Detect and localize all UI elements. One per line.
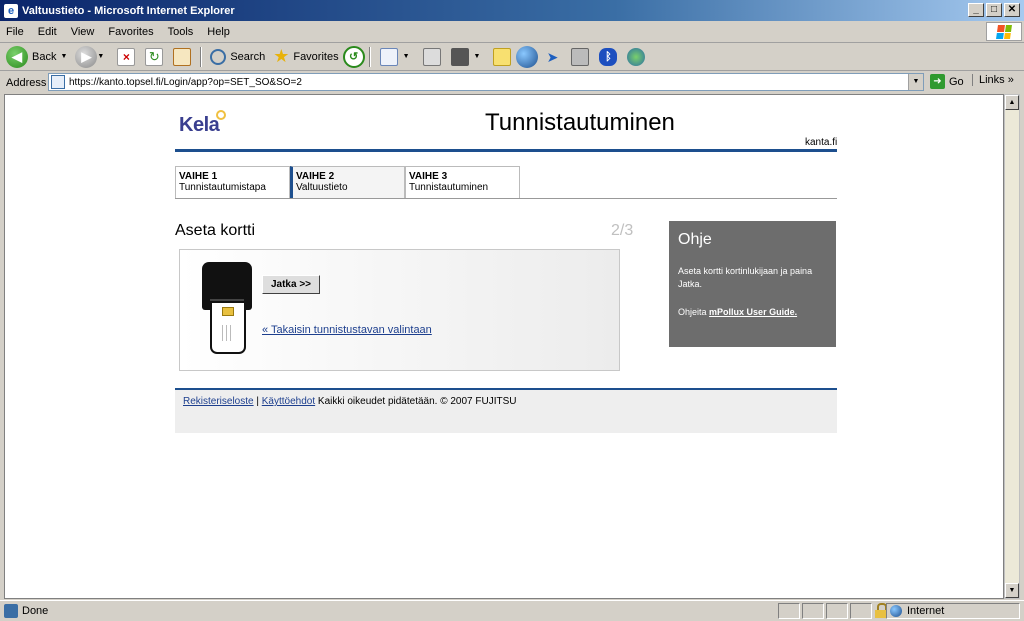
- mail-dropdown-icon[interactable]: ▼: [403, 53, 410, 60]
- back-to-selection-link[interactable]: « Takaisin tunnistustavan valintaan: [262, 324, 432, 336]
- links-button[interactable]: Links »: [972, 74, 1014, 86]
- help-text: Aseta kortti kortinlukijaan ja paina Jat…: [678, 266, 813, 289]
- refresh-icon[interactable]: ↻: [145, 47, 164, 66]
- links-label[interactable]: Links: [979, 74, 1005, 86]
- menu-tools[interactable]: Tools: [168, 26, 194, 38]
- maximize-button[interactable]: □: [986, 3, 1002, 17]
- favorites-star-icon[interactable]: ★: [273, 46, 289, 67]
- research-icon[interactable]: [571, 47, 590, 66]
- title-bar: e Valtuustieto - Microsoft Internet Expl…: [0, 0, 1024, 21]
- search-icon[interactable]: [210, 48, 227, 65]
- page-status-icon: [4, 604, 18, 618]
- user-guide-link[interactable]: mPollux User Guide.: [709, 307, 797, 317]
- menu-help[interactable]: Help: [207, 26, 230, 38]
- cursor-icon[interactable]: ➤: [543, 48, 561, 66]
- help-title: Ohje: [678, 231, 712, 248]
- scroll-up-icon[interactable]: ▲: [1005, 95, 1019, 110]
- step-3-name: Tunnistautuminen: [409, 182, 489, 193]
- edit-dropdown-icon[interactable]: ▼: [474, 53, 481, 60]
- address-label: Address: [6, 76, 47, 89]
- back-dropdown-icon[interactable]: ▼: [60, 53, 67, 60]
- status-bar: Done Internet: [0, 600, 1024, 621]
- standard-toolbar: ◀ Back ▼ ▶ ▼ × ↻ Search ★ Favorites ↺ ▼ …: [0, 43, 1024, 71]
- mail-icon[interactable]: [379, 47, 398, 66]
- step-3: VAIHE 3 Tunnistautuminen: [405, 166, 520, 199]
- close-button[interactable]: ✕: [1004, 3, 1020, 17]
- home-icon[interactable]: [173, 47, 192, 66]
- step-1-number: VAIHE 1: [179, 171, 218, 182]
- forward-arrow-icon[interactable]: ▶: [75, 45, 98, 68]
- help-link-prefix: Ohjeita: [678, 307, 707, 317]
- step-2: VAIHE 2 Valtuustieto: [290, 166, 405, 199]
- window-title: Valtuustieto - Microsoft Internet Explor…: [22, 4, 235, 17]
- site-label: kanta.fi: [805, 137, 838, 148]
- edit-icon[interactable]: [450, 47, 469, 66]
- help-box: Ohje Aseta kortti kortinlukijaan ja pain…: [669, 221, 836, 347]
- step-1: VAIHE 1 Tunnistautumistapa: [175, 166, 290, 199]
- status-panels: [778, 603, 892, 619]
- step-1-name: Tunnistautumistapa: [179, 182, 266, 193]
- print-icon[interactable]: [422, 47, 441, 66]
- privacy-statement-link[interactable]: Rekisteriseloste: [183, 396, 254, 407]
- page-footer: Rekisteriseloste | Käyttöehdot Kaikki oi…: [175, 388, 837, 433]
- scroll-down-icon[interactable]: ▼: [1005, 583, 1019, 598]
- page-title: Tunnistautuminen: [485, 109, 675, 136]
- discuss-icon[interactable]: [493, 47, 512, 66]
- minimize-button[interactable]: _: [968, 3, 984, 17]
- vertical-scrollbar[interactable]: ▲ ▼: [1004, 94, 1020, 599]
- windows-logo-icon: [986, 22, 1022, 41]
- go-button-label[interactable]: Go: [949, 76, 964, 88]
- footer-separator: |: [256, 396, 259, 407]
- menu-view[interactable]: View: [71, 26, 95, 38]
- address-url[interactable]: https://kanto.topsel.fi/Login/app?op=SET…: [69, 77, 302, 88]
- address-input[interactable]: https://kanto.topsel.fi/Login/app?op=SET…: [48, 73, 924, 91]
- go-button[interactable]: ➜ Go: [930, 74, 964, 89]
- help-link-line: Ohjeita mPollux User Guide.: [678, 307, 827, 317]
- address-dropdown-icon[interactable]: ▼: [908, 74, 923, 90]
- page-viewport: Kela Tunnistautuminen kanta.fi VAIHE 1 T…: [4, 94, 1004, 599]
- menu-file[interactable]: File: [6, 26, 24, 38]
- menu-bar: File Edit View Favorites Tools Help: [0, 21, 1024, 43]
- internet-zone-icon: [890, 605, 902, 617]
- stop-icon[interactable]: ×: [117, 47, 136, 66]
- copyright-text: Kaikki oikeudet pidätetään. © 2007 FUJIT…: [317, 396, 517, 407]
- step-3-number: VAIHE 3: [409, 171, 448, 182]
- page-icon: [51, 75, 65, 89]
- messenger-globe-icon[interactable]: [516, 45, 539, 68]
- security-zone: Internet: [886, 603, 1020, 619]
- step-2-name: Valtuustieto: [296, 182, 348, 193]
- messenger-icon[interactable]: [627, 47, 646, 66]
- kela-logo-mark-icon: [216, 110, 226, 120]
- menu-edit[interactable]: Edit: [38, 26, 57, 38]
- menu-favorites[interactable]: Favorites: [108, 26, 153, 38]
- terms-of-use-link[interactable]: Käyttöehdot: [262, 396, 315, 407]
- steps-divider: [175, 198, 837, 199]
- continue-button[interactable]: Jatka >>: [262, 275, 320, 294]
- history-icon[interactable]: ↺: [342, 45, 365, 68]
- go-arrow-icon: ➜: [930, 74, 945, 89]
- step-counter: 2/3: [611, 222, 634, 239]
- card-panel: Jatka >> « Takaisin tunnistustavan valin…: [179, 249, 620, 371]
- back-arrow-icon[interactable]: ◀: [6, 45, 28, 68]
- zone-label: Internet: [907, 605, 945, 617]
- back-button-label[interactable]: Back: [32, 51, 56, 63]
- favorites-button-label[interactable]: Favorites: [293, 51, 338, 63]
- address-bar: Address https://kanto.topsel.fi/Login/ap…: [0, 72, 1024, 93]
- step-2-number: VAIHE 2: [296, 171, 335, 182]
- bluetooth-icon[interactable]: ᛒ: [599, 47, 618, 66]
- ie-icon: e: [4, 3, 18, 18]
- section-title: Aseta kortti: [175, 222, 256, 239]
- kela-logo: Kela: [179, 114, 220, 136]
- step-indicator: VAIHE 1 Tunnistautumistapa VAIHE 2 Valtu…: [175, 166, 520, 199]
- forward-dropdown-icon[interactable]: ▼: [97, 53, 104, 60]
- status-text: Done: [22, 605, 49, 617]
- window-controls: _ □ ✕: [968, 3, 1020, 17]
- search-button-label[interactable]: Search: [230, 51, 265, 63]
- header-divider: [175, 149, 837, 152]
